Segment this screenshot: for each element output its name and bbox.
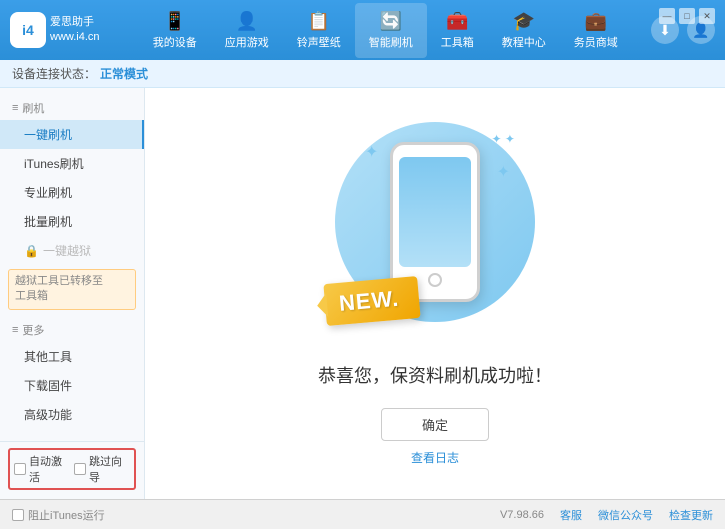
phone-home-button bbox=[428, 273, 442, 287]
more-section-header: ≡ 更多 bbox=[0, 318, 144, 342]
more-label: 更多 bbox=[22, 322, 44, 338]
logo-line1: 爱思助手 bbox=[50, 15, 100, 30]
version-text: V7.98.66 bbox=[500, 509, 544, 521]
footer-left: 阻止iTunes运行 bbox=[12, 507, 105, 523]
logo-initials: i4 bbox=[22, 22, 34, 38]
sidebar-item-download-firmware[interactable]: 下载固件 bbox=[0, 371, 144, 400]
auto-guide-checkbox[interactable]: 跳过向导 bbox=[74, 453, 130, 485]
itunes-block-checkbox[interactable] bbox=[12, 509, 24, 521]
advanced-label: 高级功能 bbox=[24, 408, 72, 422]
breadcrumb: 设备连接状态： 正常模式 bbox=[0, 60, 725, 88]
check-update-link[interactable]: 检查更新 bbox=[669, 507, 713, 523]
auto-options-bar: 自动激活 跳过向导 bbox=[8, 448, 136, 490]
toolbox-icon: 🧰 bbox=[446, 11, 468, 32]
nav-toolbox[interactable]: 🧰 工具箱 bbox=[427, 3, 488, 58]
auto-activate-label: 自动激活 bbox=[29, 453, 70, 485]
nav-my-device[interactable]: 📱 我的设备 bbox=[139, 3, 211, 58]
notice-text: 越狱工具已转移至 工具箱 bbox=[15, 275, 103, 302]
nav-service-label: 务员商域 bbox=[574, 34, 618, 50]
phone-screen bbox=[399, 157, 471, 267]
success-stars: ✦ ✦ bbox=[492, 132, 515, 146]
nav-tutorials[interactable]: 🎓 教程中心 bbox=[488, 3, 560, 58]
my-device-icon: 📱 bbox=[164, 11, 186, 32]
nav-apps-games[interactable]: 👤 应用游戏 bbox=[211, 3, 283, 58]
sidebar-item-itunes-flash[interactable]: iTunes刷机 bbox=[0, 149, 144, 178]
success-message: 恭喜您，保资料刷机成功啦！ bbox=[318, 362, 552, 388]
nav-ringtones-label: 铃声壁纸 bbox=[297, 34, 341, 50]
pro-flash-label: 专业刷机 bbox=[24, 186, 72, 200]
sidebar-item-advanced[interactable]: 高级功能 bbox=[0, 400, 144, 429]
sidebar-item-one-click-flash[interactable]: 一键刷机 bbox=[0, 120, 144, 149]
flash-section-icon: ≡ bbox=[12, 102, 18, 114]
logo: i4 爱思助手 www.i4.cn bbox=[10, 12, 100, 48]
window-controls: — □ ✕ bbox=[659, 8, 715, 24]
itunes-flash-label: iTunes刷机 bbox=[24, 157, 84, 171]
sidebar: ≡ 刷机 一键刷机 iTunes刷机 专业刷机 批量刷机 🔒 一键越狱 越狱工具… bbox=[0, 88, 145, 499]
nav-service[interactable]: 💼 务员商域 bbox=[560, 3, 632, 58]
auto-activate-checkbox[interactable]: 自动激活 bbox=[14, 453, 70, 485]
more-icon: ≡ bbox=[12, 324, 18, 336]
phone-illustration: ✦ ✦ NEW. ✦ ✦ bbox=[335, 122, 535, 342]
nav-tutorials-label: 教程中心 bbox=[502, 34, 546, 50]
one-click-flash-label: 一键刷机 bbox=[24, 128, 72, 142]
other-tools-label: 其他工具 bbox=[24, 350, 72, 364]
itunes-block-label: 阻止iTunes运行 bbox=[28, 507, 105, 523]
batch-flash-label: 批量刷机 bbox=[24, 215, 72, 229]
lock-icon: 🔒 bbox=[24, 244, 39, 258]
logo-icon: i4 bbox=[10, 12, 46, 48]
minimize-button[interactable]: — bbox=[659, 8, 675, 24]
smart-flash-icon: 🔄 bbox=[380, 11, 402, 32]
sidebar-notice: 越狱工具已转移至 工具箱 bbox=[8, 269, 136, 310]
nav-toolbox-label: 工具箱 bbox=[441, 34, 474, 50]
device-panel: 自动激活 跳过向导 📱 iPhone 15 Pro Max 512GB iPho… bbox=[0, 441, 144, 499]
new-badge: NEW. bbox=[323, 275, 421, 325]
header: i4 爱思助手 www.i4.cn 📱 我的设备 👤 应用游戏 📋 铃声壁纸 🔄… bbox=[0, 0, 725, 60]
nav-my-device-label: 我的设备 bbox=[153, 34, 197, 50]
logo-line2: www.i4.cn bbox=[50, 30, 100, 45]
auto-guide-check[interactable] bbox=[74, 463, 86, 475]
new-badge-text: NEW. bbox=[338, 285, 400, 316]
auto-activate-check[interactable] bbox=[14, 463, 26, 475]
ringtones-icon: 📋 bbox=[308, 11, 330, 32]
main-layout: ≡ 刷机 一键刷机 iTunes刷机 专业刷机 批量刷机 🔒 一键越狱 越狱工具… bbox=[0, 88, 725, 499]
footer: 阻止iTunes运行 V7.98.66 客服 微信公众号 检查更新 bbox=[0, 499, 725, 529]
sidebar-item-other-tools[interactable]: 其他工具 bbox=[0, 342, 144, 371]
apps-games-icon: 👤 bbox=[236, 11, 258, 32]
auto-guide-label: 跳过向导 bbox=[89, 453, 130, 485]
tutorials-icon: 🎓 bbox=[513, 11, 535, 32]
flash-section: ≡ 刷机 一键刷机 iTunes刷机 专业刷机 批量刷机 🔒 一键越狱 越狱工具… bbox=[0, 96, 144, 310]
flash-section-header: ≡ 刷机 bbox=[0, 96, 144, 120]
jailbreak-label: 一键越狱 bbox=[43, 242, 91, 259]
flash-section-label: 刷机 bbox=[22, 100, 44, 116]
wechat-link[interactable]: 微信公众号 bbox=[598, 507, 653, 523]
download-firmware-label: 下载固件 bbox=[24, 379, 72, 393]
sidebar-item-pro-flash[interactable]: 专业刷机 bbox=[0, 178, 144, 207]
nav-smart-flash[interactable]: 🔄 智能刷机 bbox=[355, 3, 427, 58]
breadcrumb-status: 正常模式 bbox=[100, 65, 148, 82]
customer-service-link[interactable]: 客服 bbox=[560, 507, 582, 523]
footer-right: V7.98.66 客服 微信公众号 检查更新 bbox=[500, 507, 713, 523]
confirm-button[interactable]: 确定 bbox=[381, 408, 489, 441]
nav-ringtones[interactable]: 📋 铃声壁纸 bbox=[283, 3, 355, 58]
logo-text: 爱思助手 www.i4.cn bbox=[50, 15, 100, 46]
sparkle-left: ✦ bbox=[365, 142, 378, 162]
device-info: 📱 iPhone 15 Pro Max 512GB iPhone bbox=[8, 496, 136, 499]
main-content: ✦ ✦ NEW. ✦ ✦ 恭喜您，保资料刷机成功啦！ 确定 查看日志 bbox=[145, 88, 725, 499]
sidebar-item-jailbreak: 🔒 一键越狱 bbox=[0, 236, 144, 265]
view-log-link[interactable]: 查看日志 bbox=[411, 449, 459, 466]
close-button[interactable]: ✕ bbox=[699, 8, 715, 24]
nav-bar: 📱 我的设备 👤 应用游戏 📋 铃声壁纸 🔄 智能刷机 🧰 工具箱 🎓 教程中心… bbox=[120, 3, 651, 58]
sidebar-item-batch-flash[interactable]: 批量刷机 bbox=[0, 207, 144, 236]
service-icon: 💼 bbox=[585, 11, 607, 32]
breadcrumb-label: 设备连接状态： bbox=[12, 65, 96, 82]
nav-apps-games-label: 应用游戏 bbox=[225, 34, 269, 50]
nav-smart-flash-label: 智能刷机 bbox=[369, 34, 413, 50]
maximize-button[interactable]: □ bbox=[679, 8, 695, 24]
sparkle-right: ✦ bbox=[497, 162, 510, 182]
